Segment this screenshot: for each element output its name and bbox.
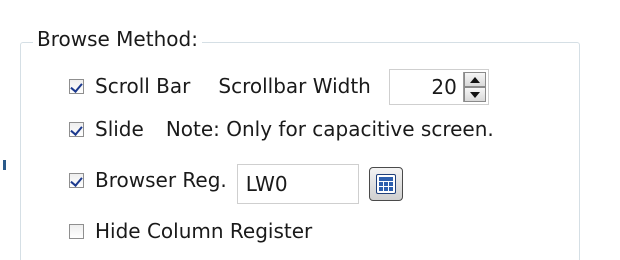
calculator-key — [388, 182, 393, 186]
browser-reg-label: Browser Reg. — [95, 168, 227, 192]
browse-method-title: Browse Method: — [33, 27, 202, 51]
calculator-key — [388, 187, 393, 191]
browser-reg-checkbox[interactable] — [69, 172, 84, 188]
browser-reg-row: Browser Reg. LW0 — [69, 160, 403, 204]
scrollbar-width-label: Scrollbar Width — [218, 74, 371, 98]
calculator-key — [383, 182, 388, 186]
scroll-bar-row: Scroll Bar Scrollbar Width 20 — [69, 68, 489, 105]
calculator-icon — [375, 174, 396, 194]
scrollbar-width-value[interactable]: 20 — [390, 75, 463, 99]
left-edge-mark — [3, 160, 6, 170]
scroll-bar-checkbox[interactable] — [69, 78, 84, 94]
browse-method-panel: Browse Method: Scroll Bar Scrollbar Widt… — [0, 0, 620, 260]
spin-down-button[interactable] — [463, 87, 486, 102]
slide-note: Note: Only for capacitive screen. — [165, 117, 494, 141]
calculator-key — [378, 187, 383, 191]
slide-checkbox[interactable] — [69, 121, 84, 137]
calculator-key — [378, 182, 383, 186]
register-picker-button[interactable] — [368, 167, 403, 201]
spin-up-icon — [469, 76, 480, 83]
scroll-bar-label: Scroll Bar — [95, 74, 191, 98]
slide-row: Slide Note: Only for capacitive screen. — [69, 117, 494, 141]
slide-label: Slide — [95, 117, 144, 141]
spin-down-icon — [469, 91, 480, 98]
scrollbar-width-spinbox[interactable]: 20 — [388, 69, 489, 105]
spin-buttons — [462, 72, 486, 102]
hide-column-register-label: Hide Column Register — [95, 219, 313, 243]
browser-reg-input[interactable]: LW0 — [236, 164, 359, 204]
calculator-key — [383, 187, 388, 191]
hide-column-register-row: Hide Column Register — [69, 219, 312, 243]
hide-column-register-checkbox[interactable] — [69, 223, 84, 239]
calculator-keys — [378, 182, 393, 191]
spin-up-button[interactable] — [463, 72, 486, 87]
calculator-screen — [378, 177, 393, 181]
